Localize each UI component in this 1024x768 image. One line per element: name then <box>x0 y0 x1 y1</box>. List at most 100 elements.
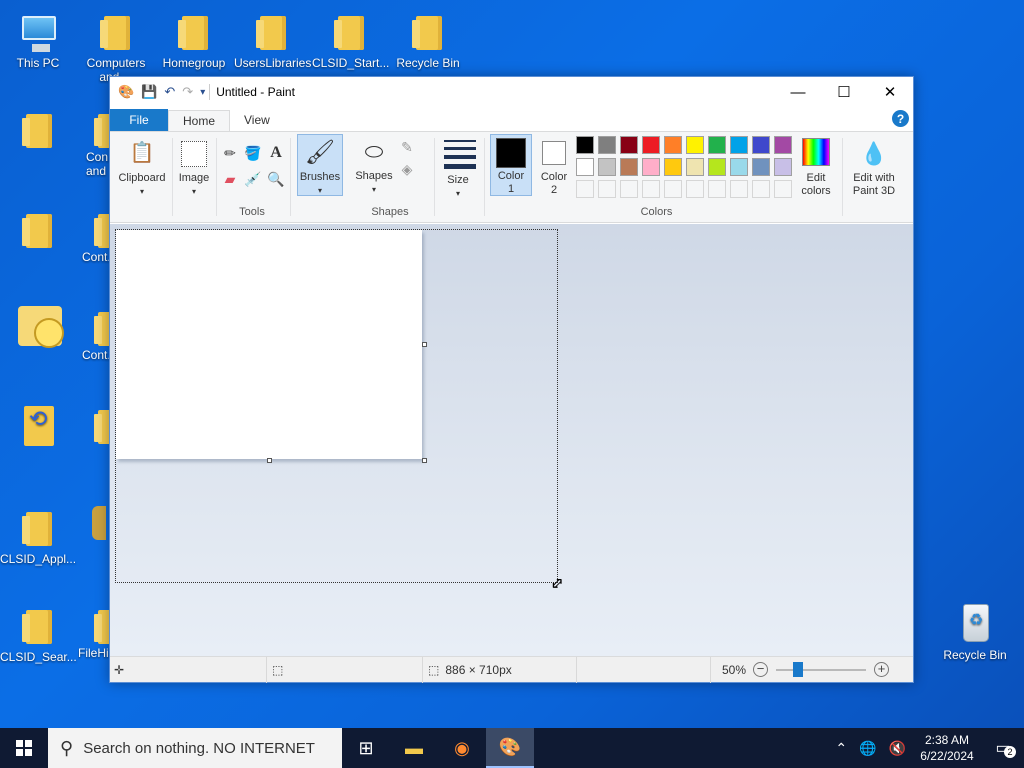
palette-swatch[interactable] <box>708 158 726 176</box>
color1-button[interactable]: Color 1 <box>490 134 532 196</box>
desktop-icon-filehi[interactable]: FileHi... <box>78 604 110 660</box>
minimize-button[interactable]: — <box>775 77 821 107</box>
firefox-icon[interactable]: ◉ <box>438 728 486 768</box>
desktop-icon-clsid-sear[interactable]: CLSID_Sear... <box>0 604 77 664</box>
desktop-icon-folder-2[interactable] <box>0 108 76 154</box>
edit-with-paint3d-button[interactable]: 💧 Edit with Paint 3D <box>844 138 904 198</box>
zoom-in-button[interactable]: + <box>874 662 889 677</box>
eraser-icon[interactable]: ▰ <box>221 170 239 188</box>
palette-swatch[interactable] <box>708 180 726 198</box>
palette-swatch[interactable] <box>774 136 792 154</box>
network-icon[interactable]: 🌐 <box>853 740 882 757</box>
desktop-icon-partial-1[interactable]: Con... and <box>78 108 110 178</box>
paint-taskbar-icon[interactable]: 🎨 <box>486 728 534 768</box>
chevron-up-icon[interactable]: ⌃ <box>829 740 853 757</box>
tab-home[interactable]: Home <box>168 110 231 132</box>
palette-swatch[interactable] <box>686 158 704 176</box>
edit-colors-button[interactable]: Edit colors <box>794 138 838 198</box>
desktop-icon-lock[interactable] <box>92 500 110 542</box>
desktop-icon-clsid-appl[interactable]: CLSID_Appl... <box>0 506 76 566</box>
palette-swatch[interactable] <box>620 180 638 198</box>
canvas-handle-right[interactable] <box>422 342 427 347</box>
desktop-icon-computers[interactable]: Computers and ... <box>78 10 154 84</box>
start-button[interactable] <box>0 728 48 768</box>
canvas-handle-corner[interactable] <box>422 458 427 463</box>
palette-swatch[interactable] <box>708 136 726 154</box>
palette-swatch[interactable] <box>686 136 704 154</box>
file-explorer-icon[interactable]: ▬ <box>390 728 438 768</box>
outline-icon[interactable]: ✎ <box>398 138 416 156</box>
shapes-button[interactable]: ⬭ Shapes ▾ <box>354 136 394 196</box>
clock[interactable]: 2:38 AM 6/22/2024 <box>912 732 982 764</box>
palette-swatch[interactable] <box>642 180 660 198</box>
brushes-button[interactable]: 🖌 Brushes ▾ <box>297 134 343 196</box>
drawing-canvas[interactable] <box>116 230 422 459</box>
magnifier-icon[interactable]: 🔍 <box>267 170 285 188</box>
image-button[interactable]: Image ▾ <box>175 138 213 198</box>
palette-swatch[interactable] <box>752 180 770 198</box>
desktop-icon-partial-2[interactable]: Cont... <box>78 208 110 264</box>
customize-qa-icon[interactable]: ▾ <box>200 87 205 98</box>
close-button[interactable]: ✕ <box>867 77 913 107</box>
palette-swatch[interactable] <box>730 158 748 176</box>
undo-icon[interactable]: ↶ <box>164 84 175 100</box>
paint-app-icon[interactable]: 🎨 <box>118 84 134 100</box>
desktop-icon-clock[interactable] <box>0 304 76 350</box>
palette-swatch[interactable] <box>576 158 594 176</box>
paint-window[interactable]: 🎨 💾 ↶ ↷ ▾ Untitled - Paint — ☐ ✕ File Ho… <box>109 76 914 683</box>
palette-swatch[interactable] <box>686 180 704 198</box>
notification-center-icon[interactable]: ▭ 2 <box>982 738 1024 758</box>
palette-swatch[interactable] <box>598 180 616 198</box>
size-button[interactable]: Size ▾ <box>438 138 478 200</box>
task-view-icon[interactable]: ⊞ <box>342 728 390 768</box>
desktop-icon-folder-3[interactable] <box>0 208 76 254</box>
palette-swatch[interactable] <box>664 136 682 154</box>
palette-swatch[interactable] <box>664 180 682 198</box>
redo-icon[interactable]: ↷ <box>182 84 193 100</box>
maximize-button[interactable]: ☐ <box>821 77 867 107</box>
palette-swatch[interactable] <box>620 158 638 176</box>
desktop-icon-recycle-bin[interactable]: Recycle Bin <box>937 602 1013 662</box>
shape-fill-icon[interactable]: ◈ <box>398 160 416 178</box>
text-icon[interactable]: A <box>267 144 285 162</box>
palette-swatch[interactable] <box>774 180 792 198</box>
palette-swatch[interactable] <box>642 158 660 176</box>
color-picker-icon[interactable]: 💉 <box>244 170 262 188</box>
palette-swatch[interactable] <box>576 136 594 154</box>
palette-swatch[interactable] <box>642 136 660 154</box>
palette-swatch[interactable] <box>752 158 770 176</box>
tab-file[interactable]: File <box>110 109 168 131</box>
desktop-icon-partial-3[interactable]: Cont... <box>78 306 110 362</box>
desktop-icon-partial-4[interactable] <box>78 404 110 446</box>
palette-swatch[interactable] <box>730 180 748 198</box>
palette-swatch[interactable] <box>730 136 748 154</box>
zoom-slider-thumb[interactable] <box>793 662 803 677</box>
volume-muted-icon[interactable]: 🔇 <box>883 740 912 757</box>
tab-view[interactable]: View <box>230 109 284 131</box>
canvas-area[interactable]: ⇕ <box>110 224 913 656</box>
pencil-icon[interactable]: ✏ <box>221 144 239 162</box>
palette-swatch[interactable] <box>598 158 616 176</box>
desktop-icon-recycle-bin-folder[interactable]: Recycle Bin <box>390 10 466 70</box>
title-bar[interactable]: 🎨 💾 ↶ ↷ ▾ Untitled - Paint — ☐ ✕ <box>110 77 913 107</box>
palette-swatch[interactable] <box>774 158 792 176</box>
clipboard-button[interactable]: 📋 Clipboard ▾ <box>116 138 168 198</box>
palette-swatch[interactable] <box>576 180 594 198</box>
palette-swatch[interactable] <box>598 136 616 154</box>
desktop-icon-this-pc[interactable]: This PC <box>0 10 76 70</box>
desktop-icon-userslibraries[interactable]: UsersLibraries <box>234 10 311 70</box>
help-icon[interactable]: ? <box>892 110 909 127</box>
fill-icon[interactable]: 🪣 <box>244 144 262 162</box>
desktop-icon-settings-folder[interactable] <box>0 404 76 450</box>
save-icon[interactable]: 💾 <box>141 84 157 100</box>
color2-button[interactable]: Color 2 <box>534 134 574 197</box>
zoom-out-button[interactable]: − <box>753 662 768 677</box>
palette-swatch[interactable] <box>752 136 770 154</box>
desktop-icon-homegroup[interactable]: Homegroup <box>156 10 232 70</box>
palette-swatch[interactable] <box>664 158 682 176</box>
taskbar-search[interactable]: ⚲ Search on nothing. NO INTERNET <box>48 728 342 768</box>
palette-swatch[interactable] <box>620 136 638 154</box>
zoom-slider[interactable] <box>776 669 866 671</box>
desktop-icon-clsid-start[interactable]: CLSID_Start... <box>312 10 389 70</box>
canvas-handle-bottom[interactable] <box>267 458 272 463</box>
